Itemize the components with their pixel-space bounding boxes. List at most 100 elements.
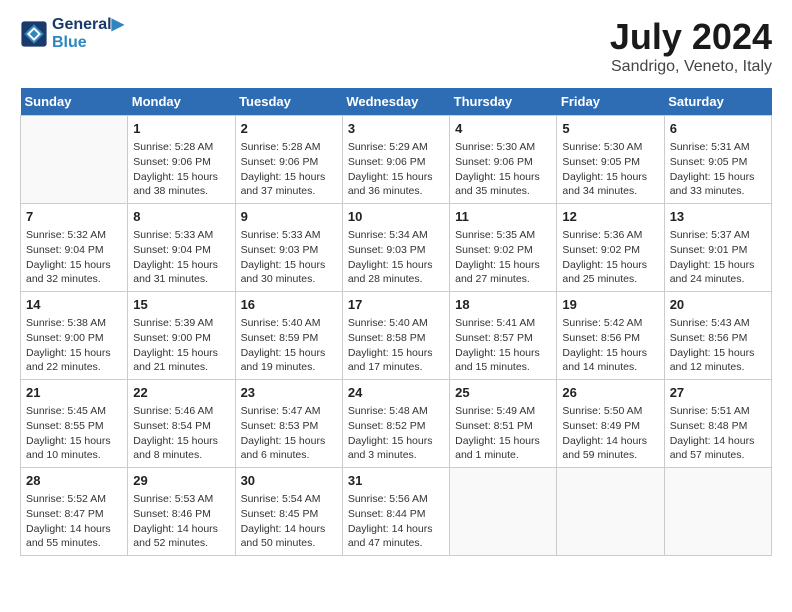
day-info: Sunrise: 5:35 AM Sunset: 9:02 PM Dayligh…: [455, 228, 551, 287]
day-info: Sunrise: 5:39 AM Sunset: 9:00 PM Dayligh…: [133, 316, 229, 375]
col-header-wednesday: Wednesday: [342, 88, 449, 116]
day-number: 12: [562, 208, 658, 226]
col-header-tuesday: Tuesday: [235, 88, 342, 116]
day-number: 31: [348, 472, 444, 490]
day-info: Sunrise: 5:43 AM Sunset: 8:56 PM Dayligh…: [670, 316, 766, 375]
calendar-cell: 4 Sunrise: 5:30 AM Sunset: 9:06 PM Daylig…: [450, 116, 557, 204]
calendar-cell: 9Sunrise: 5:33 AM Sunset: 9:03 PM Daylig…: [235, 204, 342, 292]
day-number: 5: [562, 120, 658, 138]
day-info: Sunrise: 5:40 AM Sunset: 8:59 PM Dayligh…: [241, 316, 337, 375]
day-info: Sunrise: 5:30 AM Sunset: 9:06 PM Dayligh…: [455, 140, 551, 199]
day-info: Sunrise: 5:37 AM Sunset: 9:01 PM Dayligh…: [670, 228, 766, 287]
calendar-cell: 30Sunrise: 5:54 AM Sunset: 8:45 PM Dayli…: [235, 468, 342, 556]
location-subtitle: Sandrigo, Veneto, Italy: [610, 58, 772, 76]
day-number: 10: [348, 208, 444, 226]
day-number: 2: [241, 120, 337, 138]
day-number: 3: [348, 120, 444, 138]
logo: General▶ Blue: [20, 16, 124, 51]
day-number: 16: [241, 296, 337, 314]
day-number: 1: [133, 120, 229, 138]
day-info: Sunrise: 5:28 AM Sunset: 9:06 PM Dayligh…: [133, 140, 229, 199]
calendar-cell: 29 Sunrise: 5:53 AM Sunset: 8:46 PM Dayli…: [128, 468, 235, 556]
day-info: Sunrise: 5:53 AM Sunset: 8:46 PM Dayligh…: [133, 492, 229, 551]
day-info: Sunrise: 5:51 AM Sunset: 8:48 PM Dayligh…: [670, 404, 766, 463]
calendar-cell: 28 Sunrise: 5:52 AM Sunset: 8:47 PM Dayli…: [21, 468, 128, 556]
day-number: 14: [26, 296, 122, 314]
day-info: Sunrise: 5:49 AM Sunset: 8:51 PM Dayligh…: [455, 404, 551, 463]
day-info: Sunrise: 5:46 AM Sunset: 8:54 PM Dayligh…: [133, 404, 229, 463]
calendar-cell: 6Sunrise: 5:31 AM Sunset: 9:05 PM Daylig…: [664, 116, 771, 204]
day-info: Sunrise: 5:28 AM Sunset: 9:06 PM Dayligh…: [241, 140, 337, 199]
calendar-cell: 24 Sunrise: 5:48 AM Sunset: 8:52 PM Dayli…: [342, 380, 449, 468]
day-number: 21: [26, 384, 122, 402]
day-number: 4: [455, 120, 551, 138]
day-info: Sunrise: 5:31 AM Sunset: 9:05 PM Dayligh…: [670, 140, 766, 199]
calendar-cell: [664, 468, 771, 556]
calendar-cell: 18 Sunrise: 5:41 AM Sunset: 8:57 PM Dayli…: [450, 292, 557, 380]
calendar-cell: [450, 468, 557, 556]
day-info: Sunrise: 5:48 AM Sunset: 8:52 PM Dayligh…: [348, 404, 444, 463]
day-number: 8: [133, 208, 229, 226]
calendar-cell: 17 Sunrise: 5:40 AM Sunset: 8:58 PM Dayli…: [342, 292, 449, 380]
calendar-cell: 16 Sunrise: 5:40 AM Sunset: 8:59 PM Dayli…: [235, 292, 342, 380]
day-number: 18: [455, 296, 551, 314]
col-header-thursday: Thursday: [450, 88, 557, 116]
calendar-header-row: SundayMondayTuesdayWednesdayThursdayFrid…: [21, 88, 772, 116]
day-info: Sunrise: 5:42 AM Sunset: 8:56 PM Dayligh…: [562, 316, 658, 375]
calendar-cell: 23Sunrise: 5:47 AM Sunset: 8:53 PM Dayli…: [235, 380, 342, 468]
day-number: 7: [26, 208, 122, 226]
calendar-week-row: 1 Sunrise: 5:28 AM Sunset: 9:06 PM Daylig…: [21, 116, 772, 204]
day-info: Sunrise: 5:32 AM Sunset: 9:04 PM Dayligh…: [26, 228, 122, 287]
calendar-cell: 25 Sunrise: 5:49 AM Sunset: 8:51 PM Dayli…: [450, 380, 557, 468]
calendar-cell: 19 Sunrise: 5:42 AM Sunset: 8:56 PM Dayli…: [557, 292, 664, 380]
calendar-cell: 5 Sunrise: 5:30 AM Sunset: 9:05 PM Daylig…: [557, 116, 664, 204]
calendar-table: SundayMondayTuesdayWednesdayThursdayFrid…: [20, 88, 772, 556]
title-block: July 2024 Sandrigo, Veneto, Italy: [610, 16, 772, 76]
calendar-cell: 8Sunrise: 5:33 AM Sunset: 9:04 PM Daylig…: [128, 204, 235, 292]
calendar-cell: 27 Sunrise: 5:51 AM Sunset: 8:48 PM Dayli…: [664, 380, 771, 468]
day-info: Sunrise: 5:50 AM Sunset: 8:49 PM Dayligh…: [562, 404, 658, 463]
day-number: 11: [455, 208, 551, 226]
day-number: 20: [670, 296, 766, 314]
day-number: 30: [241, 472, 337, 490]
day-info: Sunrise: 5:41 AM Sunset: 8:57 PM Dayligh…: [455, 316, 551, 375]
calendar-cell: 21 Sunrise: 5:45 AM Sunset: 8:55 PM Dayli…: [21, 380, 128, 468]
day-number: 19: [562, 296, 658, 314]
day-number: 24: [348, 384, 444, 402]
day-number: 25: [455, 384, 551, 402]
logo-text: General▶ Blue: [52, 16, 124, 51]
day-info: Sunrise: 5:52 AM Sunset: 8:47 PM Dayligh…: [26, 492, 122, 551]
calendar-cell: 15Sunrise: 5:39 AM Sunset: 9:00 PM Dayli…: [128, 292, 235, 380]
calendar-cell: 14 Sunrise: 5:38 AM Sunset: 9:00 PM Dayli…: [21, 292, 128, 380]
col-header-sunday: Sunday: [21, 88, 128, 116]
calendar-cell: 10 Sunrise: 5:34 AM Sunset: 9:03 PM Dayli…: [342, 204, 449, 292]
day-number: 23: [241, 384, 337, 402]
col-header-friday: Friday: [557, 88, 664, 116]
calendar-cell: 2 Sunrise: 5:28 AM Sunset: 9:06 PM Daylig…: [235, 116, 342, 204]
calendar-cell: 13 Sunrise: 5:37 AM Sunset: 9:01 PM Dayli…: [664, 204, 771, 292]
calendar-cell: [557, 468, 664, 556]
calendar-cell: 7 Sunrise: 5:32 AM Sunset: 9:04 PM Daylig…: [21, 204, 128, 292]
page-header: General▶ Blue July 2024 Sandrigo, Veneto…: [20, 16, 772, 76]
day-number: 29: [133, 472, 229, 490]
day-info: Sunrise: 5:34 AM Sunset: 9:03 PM Dayligh…: [348, 228, 444, 287]
day-number: 13: [670, 208, 766, 226]
day-info: Sunrise: 5:30 AM Sunset: 9:05 PM Dayligh…: [562, 140, 658, 199]
day-number: 27: [670, 384, 766, 402]
day-number: 28: [26, 472, 122, 490]
day-info: Sunrise: 5:38 AM Sunset: 9:00 PM Dayligh…: [26, 316, 122, 375]
calendar-cell: 12 Sunrise: 5:36 AM Sunset: 9:02 PM Dayli…: [557, 204, 664, 292]
day-number: 17: [348, 296, 444, 314]
day-info: Sunrise: 5:36 AM Sunset: 9:02 PM Dayligh…: [562, 228, 658, 287]
calendar-cell: 31 Sunrise: 5:56 AM Sunset: 8:44 PM Dayli…: [342, 468, 449, 556]
calendar-cell: 22Sunrise: 5:46 AM Sunset: 8:54 PM Dayli…: [128, 380, 235, 468]
day-info: Sunrise: 5:45 AM Sunset: 8:55 PM Dayligh…: [26, 404, 122, 463]
day-number: 26: [562, 384, 658, 402]
calendar-week-row: 28 Sunrise: 5:52 AM Sunset: 8:47 PM Dayli…: [21, 468, 772, 556]
day-info: Sunrise: 5:40 AM Sunset: 8:58 PM Dayligh…: [348, 316, 444, 375]
day-info: Sunrise: 5:33 AM Sunset: 9:03 PM Dayligh…: [241, 228, 337, 287]
day-info: Sunrise: 5:56 AM Sunset: 8:44 PM Dayligh…: [348, 492, 444, 551]
month-year-title: July 2024: [610, 16, 772, 58]
logo-icon: [20, 20, 48, 48]
calendar-week-row: 7 Sunrise: 5:32 AM Sunset: 9:04 PM Daylig…: [21, 204, 772, 292]
